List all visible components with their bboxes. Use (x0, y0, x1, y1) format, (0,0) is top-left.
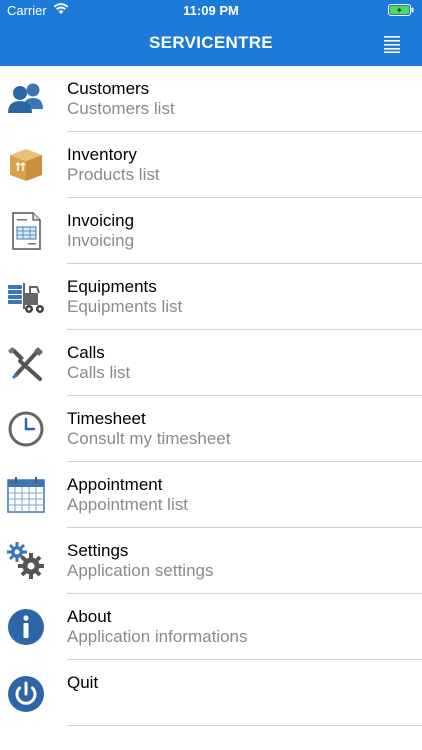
calendar-icon (6, 475, 46, 515)
users-icon (6, 79, 46, 119)
menu-item-label: Inventory (67, 145, 137, 164)
menu-item-subtitle: Application settings (67, 561, 214, 580)
menu-item-label: Equipments (67, 277, 157, 296)
menu-item-label: Customers (67, 79, 150, 98)
gears-icon (6, 541, 46, 581)
box-icon (6, 145, 46, 185)
divider (67, 725, 422, 726)
menu-item-label: About (67, 607, 112, 626)
menu-item-subtitle: Products list (67, 165, 160, 184)
menu-item-appointment[interactable]: Appointment Appointment list (0, 462, 422, 528)
menu-item-label: Calls (67, 343, 105, 362)
menu-item-subtitle: Invoicing (67, 231, 135, 250)
menu-item-equipments[interactable]: Equipments Equipments list (0, 264, 422, 330)
menu-item-settings[interactable]: Settings Application settings (0, 528, 422, 594)
hamburger-list-icon[interactable] (384, 35, 400, 53)
menu-item-label: Timesheet (67, 409, 146, 428)
menu-item-label: Appointment (67, 475, 163, 494)
menu-item-label: Invoicing (67, 211, 135, 230)
menu-item-about[interactable]: About Application informations (0, 594, 422, 660)
menu-item-subtitle: Application informations (67, 627, 248, 646)
power-icon (6, 674, 46, 714)
forklift-icon (6, 277, 46, 317)
menu-item-calls[interactable]: Calls Calls list (0, 330, 422, 396)
status-time: 11:09 PM (183, 3, 239, 18)
menu-item-subtitle: Consult my timesheet (67, 429, 231, 448)
menu-item-subtitle: Appointment list (67, 495, 188, 514)
clock-icon (6, 409, 46, 449)
menu-item-subtitle: Calls list (67, 363, 131, 382)
tools-icon (6, 343, 46, 383)
menu-item-quit[interactable]: Quit (0, 660, 422, 726)
info-icon (6, 607, 46, 647)
menu-item-subtitle: Customers list (67, 99, 175, 118)
menu-item-customers[interactable]: Customers Customers list (0, 66, 422, 132)
invoice-icon (6, 211, 46, 251)
status-bar: Carrier 11:09 PM (0, 0, 422, 22)
battery-icon (388, 4, 414, 19)
menu-item-invoicing[interactable]: Invoicing Invoicing (0, 198, 422, 264)
app-title: SERVICENTRE (149, 33, 273, 52)
main-menu-list: Customers Customers list Inventory Produ… (0, 66, 422, 726)
menu-item-subtitle: Equipments list (67, 297, 183, 316)
menu-item-label: Quit (67, 673, 99, 692)
menu-item-timesheet[interactable]: Timesheet Consult my timesheet (0, 396, 422, 462)
menu-item-label: Settings (67, 541, 129, 560)
menu-item-inventory[interactable]: Inventory Products list (0, 132, 422, 198)
nav-bar: SERVICENTRE (0, 22, 422, 66)
